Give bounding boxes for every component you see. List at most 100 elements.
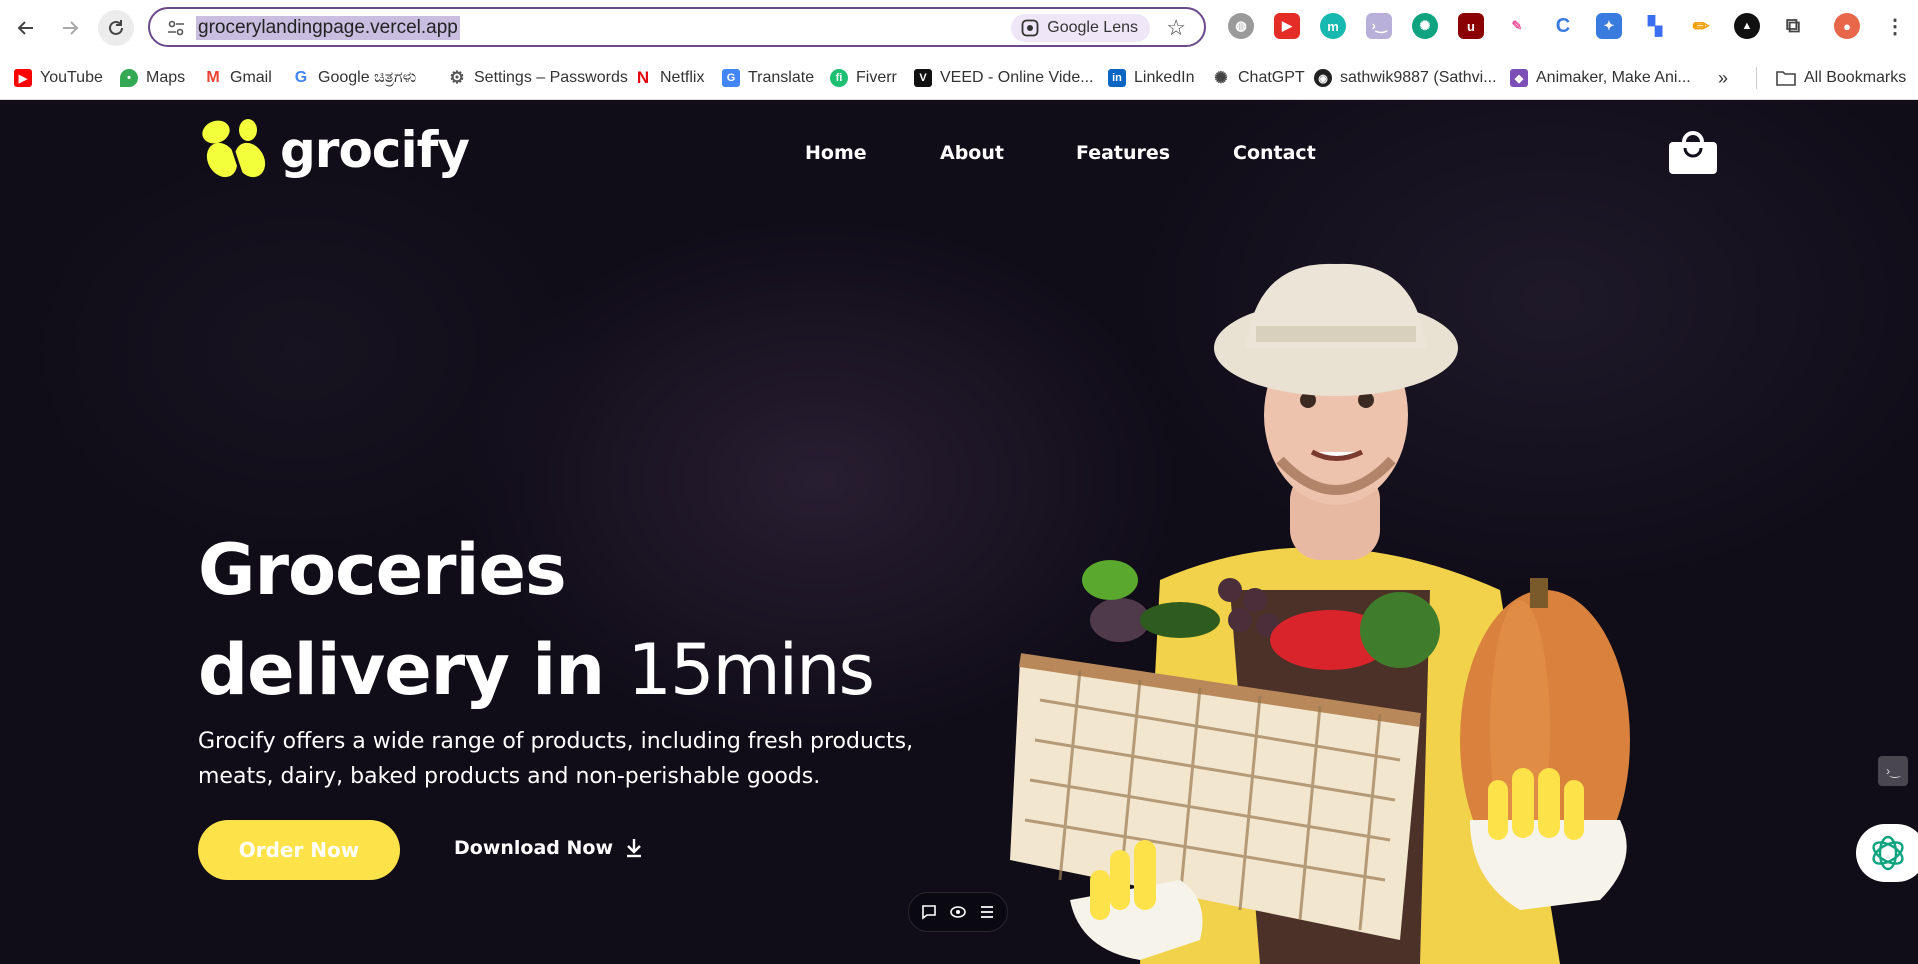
bookmark-label: Google ಚಿತ್ರಗಳು [318, 69, 417, 86]
pencil-extension-icon[interactable]: ✏ [1688, 13, 1714, 39]
m-extension-icon[interactable]: m [1320, 13, 1346, 39]
landing-page: grocify Home About Features Contact Groc… [0, 100, 1918, 964]
back-arrow-icon [17, 21, 33, 35]
veed-icon: V [914, 69, 932, 87]
bookmark-chatgpt[interactable]: ✺ ChatGPT [1212, 67, 1305, 89]
stack-extension-icon[interactable]: ▚ [1642, 13, 1668, 39]
compass-extension-icon[interactable]: ✦ [1596, 13, 1622, 39]
screen-extension-icon[interactable]: ›‿ [1366, 13, 1392, 39]
bookmark-google-images[interactable]: G Google ಚಿತ್ರಗಳು [292, 67, 416, 89]
bookmark-label: ChatGPT [1238, 69, 1305, 86]
netflix-icon: N [634, 68, 652, 87]
github-icon: ◉ [1314, 69, 1332, 87]
url-text[interactable]: grocerylandingpage.vercel.app [196, 16, 460, 40]
bookmark-label: sathwik9887 (Sathvi... [1340, 69, 1497, 86]
bookmark-label: Maps [146, 69, 186, 86]
comment-icon[interactable] [920, 903, 938, 921]
google-lens-button[interactable]: Google Lens [1011, 14, 1150, 42]
linkedin-icon: in [1108, 69, 1126, 87]
shopping-bag-icon[interactable] [1668, 126, 1718, 176]
download-now-button[interactable]: Download Now [454, 837, 643, 859]
forward-arrow-icon [63, 21, 79, 35]
bookmark-label: VEED - Online Vide... [940, 69, 1094, 86]
color-picker-extension-icon[interactable]: ✎ [1504, 13, 1530, 39]
bookmarks-divider [1756, 67, 1757, 89]
hero-heading-bold: delivery in [198, 629, 605, 711]
bookmark-github[interactable]: ◉ sathwik9887 (Sathvi... [1314, 67, 1497, 89]
google-lens-label: Google Lens [1047, 19, 1138, 36]
all-bookmarks-label: All Bookmarks [1804, 69, 1907, 86]
side-extension-icon[interactable]: ›‿ [1878, 756, 1908, 786]
bookmarks-overflow-button[interactable]: » [1718, 67, 1728, 89]
animaker-icon: ◆ [1510, 69, 1528, 87]
bookmark-settings-passwords[interactable]: ⚙ Settings – Passwords [448, 67, 628, 89]
logo-text: grocify [280, 121, 470, 179]
chevron-double-right-icon: » [1718, 67, 1729, 88]
nav-home[interactable]: Home [805, 142, 867, 164]
translate-icon: G [722, 69, 740, 87]
hero-heading-time: 15mins [627, 629, 875, 711]
order-now-button[interactable]: Order Now [198, 820, 400, 880]
bookmark-youtube[interactable]: ▶ YouTube [14, 67, 103, 89]
reload-icon [109, 20, 123, 35]
site-info-icon[interactable] [166, 18, 186, 38]
profile-avatar-icon[interactable]: ● [1834, 13, 1860, 39]
download-icon [627, 839, 642, 858]
download-now-label: Download Now [454, 837, 614, 859]
bookmarks-bar: ▶ YouTube • Maps M Gmail G Google ಚಿತ್ರಗ… [0, 56, 1918, 100]
reload-button[interactable] [98, 10, 134, 46]
back-button[interactable] [8, 10, 44, 46]
hero-heading-line2: delivery in 15mins [198, 620, 875, 720]
fiverr-icon: fi [830, 69, 848, 87]
puzzle-extensions-icon[interactable]: ⧉ [1780, 13, 1806, 39]
bookmark-translate[interactable]: G Translate [722, 67, 814, 89]
address-bar[interactable]: grocerylandingpage.vercel.app Google Len… [148, 7, 1206, 47]
bookmark-gmail[interactable]: M Gmail [204, 67, 272, 89]
more-menu-icon[interactable]: ⋮ [1882, 13, 1908, 39]
hero-heading-line1: Groceries [198, 529, 567, 611]
bookmark-veed[interactable]: V VEED - Online Vide... [914, 67, 1094, 89]
ublock-extension-icon[interactable]: u [1458, 13, 1484, 39]
bookmark-maps[interactable]: • Maps [120, 67, 185, 89]
site-logo[interactable]: grocify [198, 118, 470, 182]
nav-about[interactable]: About [940, 142, 1004, 164]
bookmark-label: Translate [748, 69, 815, 86]
bookmark-label: Gmail [230, 69, 272, 86]
bookmark-label: YouTube [40, 69, 103, 86]
globe-extension-icon[interactable]: ◍ [1228, 13, 1254, 39]
farmer-hero-image [1010, 263, 1630, 964]
chatgpt-icon: ✺ [1212, 69, 1230, 87]
chatgpt-icon [1872, 835, 1904, 871]
bookmark-label: Fiverr [856, 69, 897, 86]
bee-logo-icon [202, 119, 266, 178]
nav-features[interactable]: Features [1076, 142, 1170, 164]
bookmark-animaker[interactable]: ◆ Animaker, Make Ani... [1510, 67, 1691, 89]
all-bookmarks-button[interactable]: All Bookmarks [1776, 67, 1906, 89]
menu-icon[interactable] [978, 903, 996, 921]
lens-icon [1021, 19, 1039, 37]
bookmark-label: Settings – Passwords [474, 69, 628, 86]
google-icon: G [292, 69, 310, 87]
youtube-icon: ▶ [14, 69, 32, 87]
hero-heading: Groceries delivery in 15mins [198, 520, 875, 720]
forward-button[interactable] [52, 10, 88, 46]
bookmark-fiverr[interactable]: fi Fiverr [830, 67, 897, 89]
chatgpt-floating-button[interactable] [1856, 824, 1918, 882]
bookmark-netflix[interactable]: N Netflix [634, 67, 704, 89]
floating-toolbar [908, 892, 1008, 932]
eye-icon[interactable] [949, 903, 967, 921]
c-extension-icon[interactable]: C [1550, 13, 1576, 39]
nav-contact[interactable]: Contact [1233, 142, 1316, 164]
youtube-extension-icon[interactable]: ▶ [1274, 13, 1300, 39]
maps-icon: • [120, 69, 138, 87]
bookmark-label: LinkedIn [1134, 69, 1195, 86]
triangle-extension-icon[interactable]: ▲ [1734, 13, 1760, 39]
bookmark-label: Netflix [660, 69, 705, 86]
chatgpt-extension-icon[interactable]: ✺ [1412, 13, 1438, 39]
bookmark-label: Animaker, Make Ani... [1536, 69, 1691, 86]
browser-toolbar: grocerylandingpage.vercel.app Google Len… [0, 0, 1918, 56]
folder-icon [1776, 71, 1796, 86]
bookmark-star-icon[interactable]: ☆ [1166, 15, 1186, 41]
gear-icon: ⚙ [448, 68, 466, 87]
bookmark-linkedin[interactable]: in LinkedIn [1108, 67, 1195, 89]
